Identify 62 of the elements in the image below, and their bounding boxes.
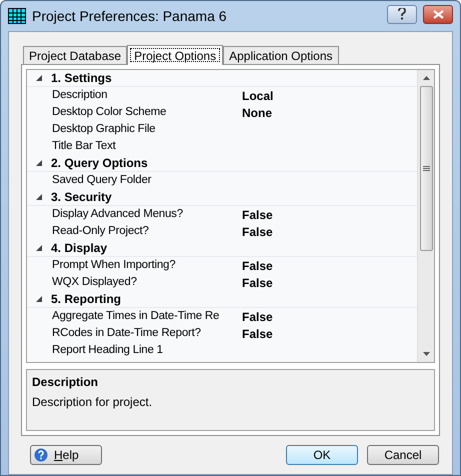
down-arrow-icon[interactable]: [422, 352, 430, 356]
property-row[interactable]: Prompt When Importing? False: [27, 257, 417, 274]
property-name: Aggregate Times in Date-Time Re: [52, 308, 220, 324]
collapse-icon[interactable]: [36, 75, 42, 81]
property-value: False: [242, 326, 273, 342]
category-title: 2. Query Options: [51, 155, 148, 172]
property-value: False: [242, 308, 273, 326]
property-name: WQX Displayed?: [52, 274, 138, 290]
property-value: False: [242, 258, 273, 274]
property-row[interactable]: Saved Query Folder: [27, 172, 417, 189]
help-button[interactable]: Help: [30, 445, 102, 465]
property-row[interactable]: Description Local: [27, 87, 417, 104]
property-name: Desktop Color Scheme: [52, 104, 168, 120]
collapse-icon[interactable]: [36, 245, 42, 251]
property-row[interactable]: Display Advanced Menus? False: [27, 206, 417, 223]
grid-icon: [8, 8, 26, 24]
property-row[interactable]: Aggregate Times in Date-Time Re False: [27, 308, 417, 325]
property-name: Title Bar Text: [52, 138, 117, 154]
property-value: False: [242, 206, 273, 224]
window-title: Project Preferences: Panama 6: [32, 6, 227, 26]
ok-button[interactable]: OK: [286, 445, 358, 465]
property-row[interactable]: RCodes in Date-Time Report? False: [27, 325, 417, 342]
scrollbar-thumb[interactable]: [420, 86, 432, 251]
property-row[interactable]: WQX Displayed? False: [27, 274, 417, 291]
property-value: Local: [242, 88, 274, 104]
tab[interactable]: Project Options: [127, 45, 224, 65]
property-row[interactable]: Read-Only Project? False: [27, 223, 417, 240]
property-row[interactable]: Desktop Graphic File: [27, 121, 417, 138]
property-value: False: [242, 274, 273, 292]
close-icon: [432, 10, 444, 18]
question-mark-icon: [398, 8, 406, 20]
category-title: 4. Display: [51, 240, 108, 257]
property-name: Desktop Graphic File: [52, 122, 156, 137]
property-name: RCodes in Date-Time Report?: [52, 326, 202, 341]
collapse-icon[interactable]: [36, 194, 42, 200]
scrollbar[interactable]: [417, 70, 434, 362]
property-row[interactable]: Title Bar Text: [27, 138, 417, 155]
property-value: None: [242, 104, 272, 122]
help-button[interactable]: [387, 4, 417, 24]
property-name: Read-Only Project?: [52, 224, 150, 239]
help-icon: [34, 448, 48, 462]
description-title: Description: [32, 374, 100, 391]
tab[interactable]: Project Database: [23, 46, 128, 64]
category-title: 1. Settings: [51, 70, 112, 87]
property-name: Report Heading Line 1: [52, 342, 164, 358]
cancel-button[interactable]: Cancel: [367, 445, 439, 465]
description-text: Description for project.: [32, 394, 154, 411]
grip-icon: [422, 166, 430, 171]
property-name: Display Advanced Menus?: [52, 206, 184, 222]
collapse-icon[interactable]: [36, 296, 42, 302]
property-name: Description: [52, 88, 108, 103]
category-title: 3. Security: [51, 189, 112, 206]
close-button[interactable]: [423, 4, 453, 24]
property-value: False: [242, 224, 273, 240]
tab[interactable]: Application Options: [223, 46, 339, 64]
property-row[interactable]: Desktop Color Scheme None: [27, 104, 417, 121]
property-row[interactable]: Report Heading Line 1: [27, 342, 417, 359]
property-name: Saved Query Folder: [52, 172, 152, 188]
category-title: 5. Reporting: [51, 291, 122, 308]
collapse-icon[interactable]: [36, 160, 42, 166]
property-name: Prompt When Importing?: [52, 258, 176, 273]
up-arrow-icon[interactable]: [422, 76, 430, 80]
